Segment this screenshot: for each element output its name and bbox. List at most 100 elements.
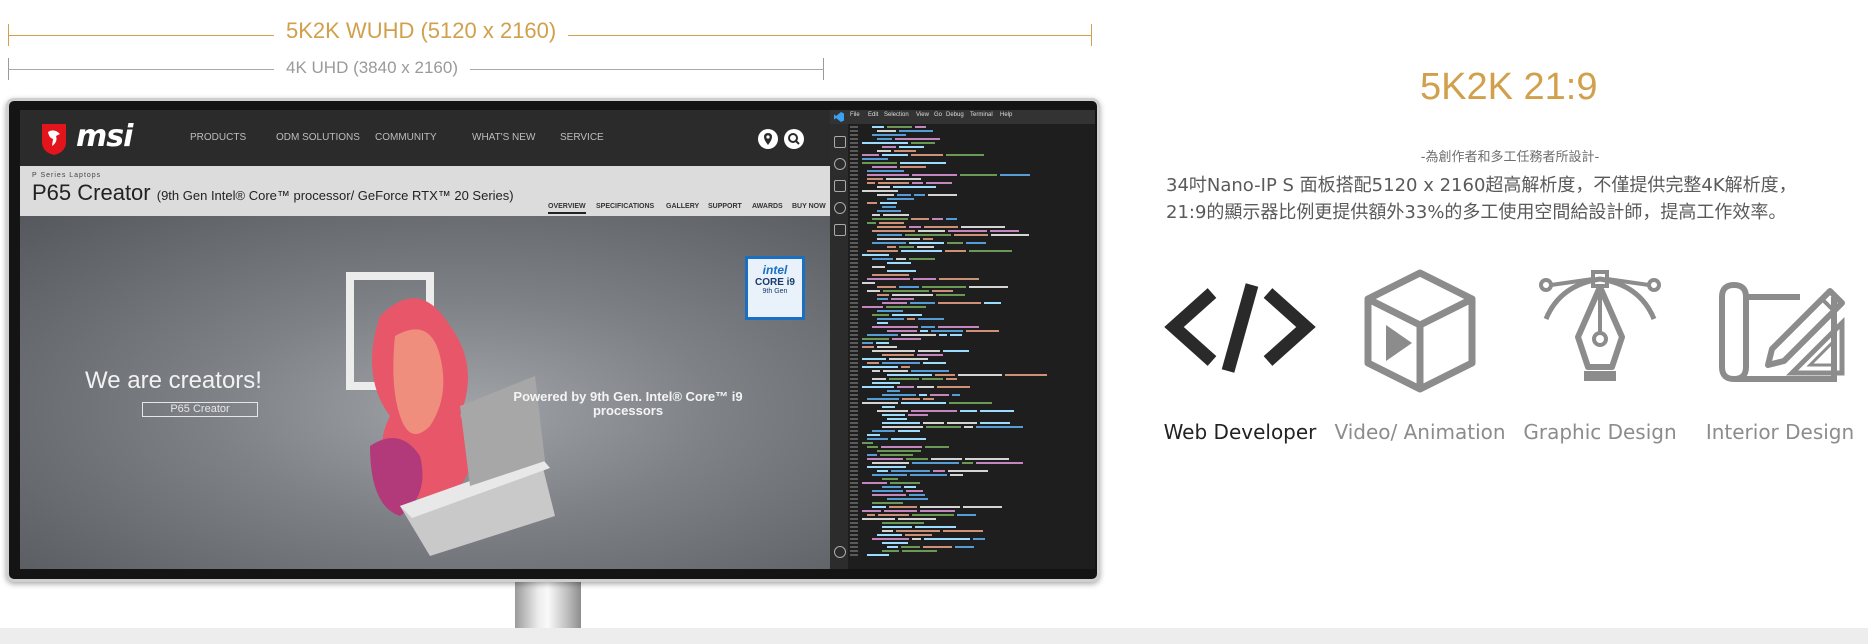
uhd-label: 4K UHD (3840 x 2160) [274, 58, 470, 78]
hero-product-box[interactable]: P65 Creator [142, 402, 258, 417]
code-line [848, 498, 1095, 500]
tab-buy-now[interactable]: BUY NOW [792, 203, 826, 210]
code-token [872, 126, 884, 128]
category-video-animation[interactable]: Video/ Animation [1330, 420, 1510, 444]
settings-icon[interactable] [834, 546, 846, 558]
code-token [877, 130, 896, 132]
code-line [848, 438, 1095, 440]
code-line [848, 194, 1095, 196]
code-token [936, 294, 965, 296]
code-line [848, 430, 1095, 432]
code-line [848, 314, 1095, 316]
code-token [918, 318, 944, 320]
code-area[interactable] [848, 126, 1095, 566]
code-line [848, 554, 1095, 556]
ide-menu-edit[interactable]: Edit [868, 112, 878, 118]
code-token [878, 514, 909, 516]
code-line [848, 390, 1095, 392]
code-token [883, 214, 909, 216]
nav-odm-solutions[interactable]: ODM SOLUTIONS [276, 132, 360, 143]
code-token [872, 490, 903, 492]
code-line [848, 214, 1095, 216]
line-number [850, 518, 858, 520]
debug-icon[interactable] [834, 202, 846, 214]
location-pin-icon[interactable] [758, 129, 778, 149]
code-line [848, 486, 1095, 488]
wuhd-label: 5K2K WUHD (5120 x 2160) [274, 18, 569, 44]
msi-dragon-logo-icon[interactable] [40, 122, 68, 156]
ide-menu-view[interactable]: View [916, 112, 929, 118]
code-line [848, 190, 1095, 192]
ide-menu-help[interactable]: Help [1000, 112, 1012, 118]
code-line [848, 406, 1095, 408]
search-icon[interactable] [834, 158, 846, 170]
category-web-developer[interactable]: Web Developer [1150, 420, 1330, 444]
code-line [848, 426, 1095, 428]
ide-menu-terminal[interactable]: Terminal [970, 112, 993, 118]
search-icon[interactable] [784, 129, 804, 149]
code-line [848, 518, 1095, 520]
tab-gallery[interactable]: GALLERY [666, 203, 699, 210]
code-token [932, 218, 943, 220]
code-token [957, 514, 976, 516]
line-number [850, 382, 858, 384]
category-interior-design[interactable]: Interior Design [1690, 420, 1868, 444]
code-token [966, 242, 986, 244]
code-line [848, 278, 1095, 280]
line-number [850, 418, 858, 420]
ide-menu-debug[interactable]: Debug [946, 112, 964, 118]
code-token [877, 210, 901, 212]
nav-service[interactable]: SERVICE [560, 132, 604, 143]
line-number [850, 350, 858, 352]
code-token [887, 390, 900, 392]
code-line [848, 310, 1095, 312]
code-token [910, 302, 935, 304]
line-number [850, 322, 858, 324]
line-number [850, 210, 858, 212]
nav-community[interactable]: COMMUNITY [375, 132, 437, 143]
ide-menu-selection[interactable]: Selection [884, 112, 909, 118]
code-token [867, 170, 904, 172]
line-number [850, 530, 858, 532]
info-description-line2: 21:9的顯示器比例更提供額外33%的多工使用空間給設計師，提高工作效率。 [1166, 202, 1787, 223]
code-token [867, 334, 898, 336]
code-line [848, 198, 1095, 200]
line-number [850, 198, 858, 200]
pen-tool-icon[interactable] [1520, 263, 1680, 393]
ide-menu-go[interactable]: Go [934, 112, 942, 118]
line-number [850, 254, 858, 256]
tab-overview[interactable]: OVERVIEW [548, 203, 586, 214]
blueprint-icon[interactable] [1700, 263, 1860, 393]
extensions-icon[interactable] [834, 224, 846, 236]
code-icon[interactable] [1160, 263, 1320, 393]
code-line [848, 290, 1095, 292]
branch-icon[interactable] [834, 180, 846, 192]
code-token [890, 482, 920, 484]
code-line [848, 470, 1095, 472]
code-token [867, 554, 889, 556]
vscode-logo-icon [834, 112, 844, 122]
nav-products[interactable]: PRODUCTS [190, 132, 246, 143]
line-number [850, 142, 858, 144]
line-number [850, 554, 858, 556]
line-number [850, 226, 858, 228]
files-icon[interactable] [834, 136, 846, 148]
video-cube-icon[interactable] [1340, 263, 1500, 393]
code-token [933, 470, 945, 472]
ide-menu-file[interactable]: File [850, 112, 860, 118]
code-line [848, 262, 1095, 264]
line-number [850, 490, 858, 492]
nav-whats-new[interactable]: WHAT'S NEW [472, 132, 535, 143]
code-token [943, 350, 969, 352]
tab-specifications[interactable]: SPECIFICATIONS [596, 203, 654, 210]
category-graphic-design[interactable]: Graphic Design [1510, 420, 1690, 444]
code-token [892, 314, 922, 316]
line-number [850, 374, 858, 376]
line-number [850, 146, 858, 148]
line-number [850, 186, 858, 188]
tab-support[interactable]: SUPPORT [708, 203, 742, 210]
code-line [848, 258, 1095, 260]
code-line [848, 398, 1095, 400]
msi-wordmark[interactable]: msi [76, 119, 133, 154]
tab-awards[interactable]: AWARDS [752, 203, 783, 210]
